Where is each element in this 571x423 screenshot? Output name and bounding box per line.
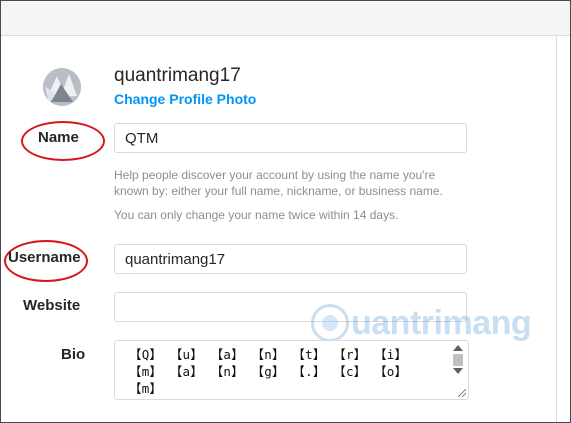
app-window: quantrimang17 Change Profile Photo Name … (0, 0, 571, 423)
name-help-line-2: known by: either your full name, nicknam… (114, 184, 443, 198)
website-input[interactable] (114, 292, 467, 322)
name-label: Name (38, 129, 79, 146)
resize-handle-icon[interactable] (458, 389, 466, 397)
name-input[interactable] (114, 123, 467, 153)
avatar[interactable] (43, 68, 81, 106)
name-change-limit-note: You can only change your name twice with… (114, 208, 399, 222)
bio-textarea[interactable]: 【Q】 【u】 【a】 【n】 【t】 【r】 【i】 【m】 【a】 【n】 … (114, 340, 469, 400)
profile-username: quantrimang17 (114, 65, 241, 86)
username-input[interactable] (114, 244, 467, 274)
change-profile-photo-link[interactable]: Change Profile Photo (114, 91, 256, 107)
scrollbar-thumb[interactable] (453, 354, 463, 366)
scroll-up-arrow-icon[interactable] (453, 345, 463, 351)
top-bar (1, 1, 570, 36)
website-label: Website (23, 297, 81, 314)
bio-label: Bio (61, 346, 86, 363)
bio-text: 【Q】 【u】 【a】 【n】 【t】 【r】 【i】 【m】 【a】 【n】 … (129, 347, 408, 396)
scroll-down-arrow-icon[interactable] (453, 368, 463, 374)
username-label: Username (8, 249, 81, 266)
